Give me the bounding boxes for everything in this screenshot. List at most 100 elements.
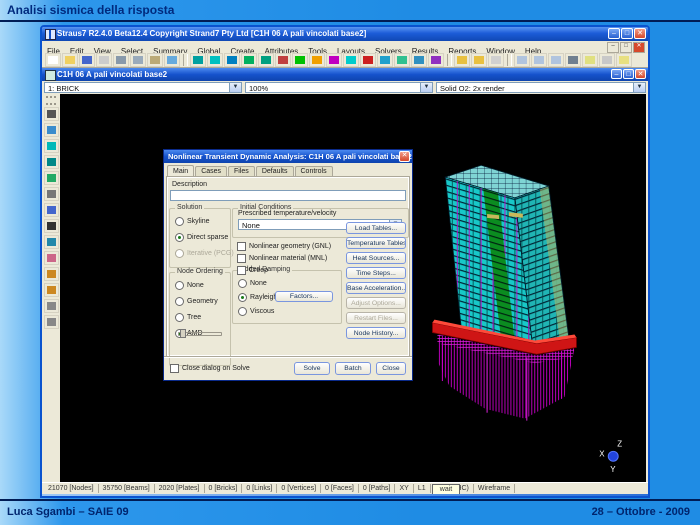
zoom-combo[interactable]: 100% ▼ bbox=[245, 82, 433, 93]
line-tool-icon[interactable] bbox=[44, 123, 59, 137]
node-history-button[interactable]: Node History... bbox=[346, 327, 406, 339]
radio-icon[interactable] bbox=[175, 233, 184, 242]
child-minimize-button[interactable]: – bbox=[611, 69, 622, 79]
mirror-icon[interactable] bbox=[428, 53, 444, 67]
ordering-tree[interactable]: Tree bbox=[175, 313, 201, 322]
entity-combo[interactable]: 1: BRICK ▼ bbox=[44, 82, 242, 93]
close-button[interactable]: ✕ bbox=[634, 28, 646, 39]
ordering-geometry[interactable]: Geometry bbox=[175, 297, 218, 306]
dialog-close-icon[interactable]: ✕ bbox=[399, 151, 410, 162]
checkbox-nonlinear-geometry-gnl-[interactable]: Nonlinear geometry (GNL) bbox=[237, 242, 331, 251]
view-side-icon[interactable] bbox=[531, 53, 547, 67]
chevron-down-icon[interactable]: ▼ bbox=[633, 83, 645, 92]
radio-icon[interactable] bbox=[175, 217, 184, 226]
undo-icon[interactable] bbox=[164, 53, 180, 67]
solution-iterative-pcg-[interactable]: Iterative (PCG) bbox=[175, 249, 234, 258]
extrude-icon[interactable] bbox=[44, 171, 59, 185]
time-steps-button[interactable]: Time Steps... bbox=[346, 267, 406, 279]
child-close-button[interactable]: ✕ bbox=[635, 69, 646, 79]
chevron-down-icon[interactable]: ▼ bbox=[420, 83, 432, 92]
heat-sources-button[interactable]: Heat Sources... bbox=[346, 252, 406, 264]
checkbox-icon[interactable] bbox=[237, 266, 246, 275]
save-icon[interactable] bbox=[79, 53, 95, 67]
grid-icon[interactable] bbox=[599, 53, 615, 67]
damping-viscous[interactable]: Viscous bbox=[238, 307, 274, 316]
snap-icon[interactable] bbox=[44, 187, 59, 201]
render-icon[interactable] bbox=[565, 53, 581, 67]
model-window-titlebar[interactable]: C1H 06 A pali vincolati base2 – □ ✕ bbox=[42, 68, 648, 81]
attribute-icon[interactable] bbox=[326, 53, 342, 67]
rotate-icon[interactable] bbox=[394, 53, 410, 67]
paste-icon[interactable] bbox=[147, 53, 163, 67]
maximize-button[interactable]: □ bbox=[621, 28, 633, 39]
ordering-none[interactable]: None bbox=[175, 281, 204, 290]
axes-icon[interactable] bbox=[582, 53, 598, 67]
damping-none[interactable]: None bbox=[238, 279, 267, 288]
new-file-icon[interactable] bbox=[45, 53, 61, 67]
measure-icon[interactable] bbox=[44, 203, 59, 217]
child-restore-button[interactable]: □ bbox=[623, 69, 634, 79]
base-acceleration-button[interactable]: Base Acceleration... bbox=[346, 282, 406, 294]
description-input[interactable] bbox=[170, 190, 406, 201]
radio-icon[interactable] bbox=[238, 279, 247, 288]
pan-icon[interactable] bbox=[488, 53, 504, 67]
damping-rayleigh[interactable]: Rayleigh bbox=[238, 293, 277, 302]
tab-main[interactable]: Main bbox=[167, 165, 194, 177]
group-icon[interactable] bbox=[309, 53, 325, 67]
link-tool-icon[interactable] bbox=[275, 53, 291, 67]
load-tables-button[interactable]: Load Tables... bbox=[346, 222, 406, 234]
axis-tool-icon[interactable] bbox=[44, 299, 59, 313]
checkbox-creep[interactable]: Creep bbox=[237, 266, 268, 275]
dot-icon[interactable] bbox=[44, 219, 59, 233]
radio-icon[interactable] bbox=[175, 297, 184, 306]
radio-icon[interactable] bbox=[238, 293, 247, 302]
ruler-icon[interactable] bbox=[44, 315, 59, 329]
cube-icon[interactable] bbox=[44, 235, 59, 249]
view-front-icon[interactable] bbox=[514, 53, 530, 67]
property-icon[interactable] bbox=[292, 53, 308, 67]
checkbox-icon[interactable] bbox=[237, 254, 246, 263]
zoom-in-icon[interactable] bbox=[454, 53, 470, 67]
tree-depth-slider[interactable] bbox=[178, 329, 222, 336]
bracket-b-icon[interactable] bbox=[44, 283, 59, 297]
brick-tool-icon[interactable] bbox=[44, 155, 59, 169]
brick-tool-icon[interactable] bbox=[258, 53, 274, 67]
checkbox-nonlinear-material-mnl-[interactable]: Nonlinear material (MNL) bbox=[237, 254, 327, 263]
pointer-icon[interactable] bbox=[44, 107, 59, 121]
quad-tool-icon[interactable] bbox=[44, 139, 59, 153]
plate-tool-icon[interactable] bbox=[241, 53, 257, 67]
delete-icon[interactable] bbox=[360, 53, 376, 67]
radio-icon[interactable] bbox=[175, 249, 184, 258]
mdi-minimize-button[interactable]: – bbox=[607, 42, 619, 53]
light-icon[interactable] bbox=[616, 53, 632, 67]
move-icon[interactable] bbox=[377, 53, 393, 67]
radio-icon[interactable] bbox=[175, 313, 184, 322]
solution-direct-sparse[interactable]: Direct sparse bbox=[175, 233, 228, 242]
zoom-out-icon[interactable] bbox=[471, 53, 487, 67]
app-titlebar[interactable]: Straus7 R2.4.0 Beta12.4 Copyright Strand… bbox=[42, 27, 648, 41]
chevron-down-icon[interactable]: ▼ bbox=[229, 83, 241, 92]
radio-icon[interactable] bbox=[175, 281, 184, 290]
checkbox-icon[interactable] bbox=[237, 242, 246, 251]
close-on-solve-checkbox[interactable] bbox=[170, 364, 179, 373]
node-tool-icon[interactable] bbox=[207, 53, 223, 67]
toolbar-grip[interactable] bbox=[46, 96, 56, 105]
open-file-icon[interactable] bbox=[62, 53, 78, 67]
render-combo[interactable]: Solid O2: 2x render ▼ bbox=[436, 82, 646, 93]
copy-icon[interactable] bbox=[130, 53, 146, 67]
mdi-close-button[interactable]: ✕ bbox=[633, 42, 645, 53]
scale-icon[interactable] bbox=[411, 53, 427, 67]
solve-button[interactable]: Solve bbox=[294, 362, 330, 375]
view-iso-icon[interactable] bbox=[548, 53, 564, 67]
bracket-a-icon[interactable] bbox=[44, 267, 59, 281]
minimize-button[interactable]: – bbox=[608, 28, 620, 39]
mesh-icon[interactable] bbox=[343, 53, 359, 67]
temperature-tables-button[interactable]: Temperature Tables... bbox=[346, 237, 406, 249]
eraser-icon[interactable] bbox=[44, 251, 59, 265]
radio-icon[interactable] bbox=[238, 307, 247, 316]
solution-skyline[interactable]: Skyline bbox=[175, 217, 210, 226]
select-icon[interactable] bbox=[190, 53, 206, 67]
mdi-restore-button[interactable]: □ bbox=[620, 42, 632, 53]
cut-icon[interactable] bbox=[113, 53, 129, 67]
dialog-titlebar[interactable]: Nonlinear Transient Dynamic Analysis: C1… bbox=[164, 150, 412, 163]
